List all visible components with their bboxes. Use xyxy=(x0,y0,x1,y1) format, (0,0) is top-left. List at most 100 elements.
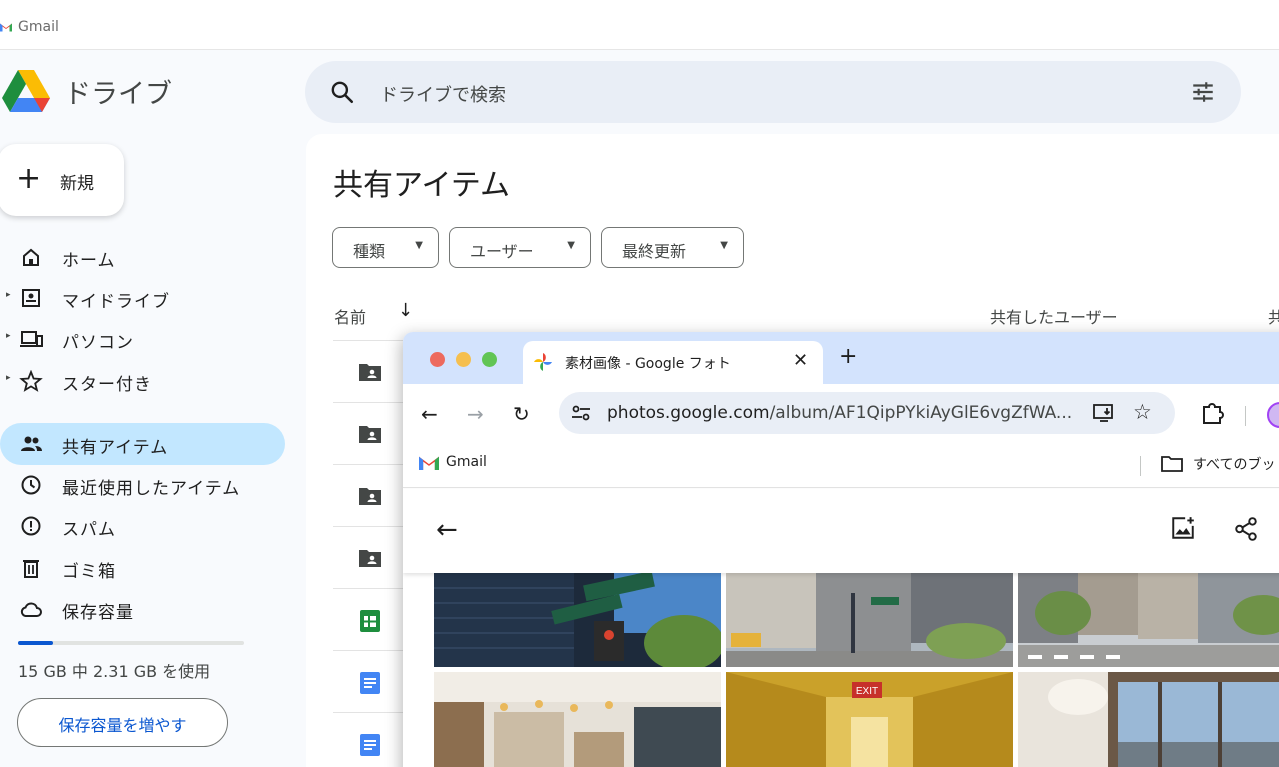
sidebar-item-label: パソコン xyxy=(62,333,134,353)
sidebar-item-starred[interactable]: ▸ スター付き xyxy=(0,360,285,402)
install-app-icon[interactable] xyxy=(1092,402,1116,424)
storage-usage-text: 15 GB 中 2.31 GB を使用 xyxy=(18,662,211,681)
profile-avatar[interactable] xyxy=(1267,402,1279,428)
sort-down-arrow-icon[interactable]: ↓ xyxy=(398,300,413,321)
expand-arrow-icon[interactable]: ▸ xyxy=(6,373,11,383)
new-button-label: 新規 xyxy=(60,174,94,194)
expand-arrow-icon[interactable]: ▸ xyxy=(6,290,11,300)
column-header-name[interactable]: 名前 xyxy=(334,304,366,328)
bookmarks-bar: Gmail すべてのブッ xyxy=(403,444,1279,488)
cloud-icon xyxy=(20,602,42,617)
photo-avenue[interactable] xyxy=(1018,573,1279,667)
shared-folder-icon[interactable] xyxy=(358,485,382,507)
filter-label: ユーザー xyxy=(470,242,534,261)
sidebar-item-trash[interactable]: ゴミ箱 xyxy=(0,547,285,589)
clock-icon xyxy=(21,475,41,495)
new-button[interactable]: + 新規 xyxy=(0,144,124,216)
all-bookmarks-label: すべてのブッ xyxy=(1193,457,1276,473)
sidebar-item-label: 共有アイテム xyxy=(62,438,169,458)
gmail-icon xyxy=(419,456,439,470)
search-icon[interactable] xyxy=(329,79,355,105)
chrome-toolbar: ← → ↻ photos.google.com/album/AF1QipPYki… xyxy=(403,384,1279,444)
filter-label: 最終更新 xyxy=(622,242,687,261)
column-header-truncated[interactable]: 共 xyxy=(1268,304,1279,328)
photo-hotel-hallway[interactable]: EXIT xyxy=(726,672,1013,767)
filter-label: 種類 xyxy=(353,242,386,261)
google-photos-icon xyxy=(534,353,552,371)
storage-progress-bar xyxy=(18,641,244,645)
shared-folder-icon[interactable] xyxy=(358,361,382,383)
address-bar[interactable]: photos.google.com/album/AF1QipPYkiAyGlE6… xyxy=(559,392,1175,434)
gmail-tab-label: Gmail xyxy=(18,19,59,35)
folder-icon xyxy=(1161,456,1183,472)
all-bookmarks[interactable]: すべてのブッ xyxy=(1161,454,1275,474)
add-photo-icon[interactable] xyxy=(1170,515,1196,541)
sidebar-item-label: マイドライブ xyxy=(62,292,170,312)
site-settings-icon[interactable] xyxy=(571,404,591,422)
new-tab-icon[interactable]: + xyxy=(839,344,857,369)
chrome-browser-window[interactable]: 素材画像 - Google フォト ✕ + ← → ↻ photos.googl… xyxy=(403,332,1279,767)
photos-back-icon[interactable]: ← xyxy=(436,515,458,545)
sidebar-item-recent[interactable]: 最近使用したアイテム xyxy=(0,464,285,506)
filter-type-chip[interactable]: 種類 ▼ xyxy=(332,227,439,268)
toolbar-separator xyxy=(1245,406,1246,426)
get-more-storage-button[interactable]: 保存容量を増やす xyxy=(17,698,228,747)
sidebar-item-spam[interactable]: スパム xyxy=(0,505,285,547)
bookmarks-separator xyxy=(1140,456,1141,476)
docs-icon[interactable] xyxy=(358,734,382,756)
shared-folder-icon[interactable] xyxy=(358,547,382,569)
sidebar-item-computers[interactable]: ▸ パソコン xyxy=(0,318,285,360)
window-maximize-button[interactable] xyxy=(482,352,497,367)
photo-cafe-interior[interactable] xyxy=(434,672,721,767)
column-header-shared-by[interactable]: 共有したユーザー xyxy=(990,304,1118,328)
photo-street-sign[interactable] xyxy=(434,573,721,667)
filter-user-chip[interactable]: ユーザー ▼ xyxy=(449,227,591,268)
docs-icon[interactable] xyxy=(358,672,382,694)
browser-tab-strip: Gmail xyxy=(0,0,1279,50)
caret-down-icon: ▼ xyxy=(415,240,423,251)
sidebar-item-label: 保存容量 xyxy=(62,603,134,623)
photo-city-crossing[interactable] xyxy=(726,573,1013,667)
expand-arrow-icon[interactable]: ▸ xyxy=(6,331,11,341)
spam-icon xyxy=(21,516,41,536)
search-options-icon[interactable] xyxy=(1189,79,1217,105)
search-bar[interactable]: ドライブで検索 xyxy=(305,61,1241,123)
my-drive-icon xyxy=(22,289,40,307)
back-icon[interactable]: ← xyxy=(421,402,438,426)
home-icon xyxy=(23,248,39,266)
shared-folder-icon[interactable] xyxy=(358,423,382,445)
photo-window-view[interactable] xyxy=(1018,672,1279,767)
storage-progress-fill xyxy=(18,641,53,645)
sidebar-item-storage[interactable]: 保存容量 xyxy=(0,588,285,630)
bookmark-gmail-label: Gmail xyxy=(446,454,487,470)
star-icon xyxy=(19,370,43,392)
get-more-storage-label: 保存容量を増やす xyxy=(58,716,187,735)
extensions-puzzle-icon[interactable] xyxy=(1200,400,1224,426)
gmail-tab[interactable]: Gmail xyxy=(0,19,59,35)
gmail-icon xyxy=(0,23,12,32)
close-tab-icon[interactable]: ✕ xyxy=(793,350,808,371)
bookmark-star-icon[interactable]: ☆ xyxy=(1133,400,1152,424)
window-close-button[interactable] xyxy=(430,352,445,367)
trash-icon xyxy=(23,560,39,578)
sidebar-item-shared[interactable]: 共有アイテム xyxy=(0,423,285,465)
caret-down-icon: ▼ xyxy=(720,240,728,251)
svg-text:EXIT: EXIT xyxy=(856,686,878,697)
url-domain: photos.google.com xyxy=(607,403,770,423)
sheets-icon[interactable] xyxy=(358,610,382,632)
chrome-tab-bar: 素材画像 - Google フォト ✕ + xyxy=(403,332,1279,384)
sidebar-item-my-drive[interactable]: ▸ マイドライブ xyxy=(0,277,285,319)
forward-icon[interactable]: → xyxy=(467,402,484,426)
url-text[interactable]: photos.google.com/album/AF1QipPYkiAyGlE6… xyxy=(607,403,1072,423)
window-minimize-button[interactable] xyxy=(456,352,471,367)
filter-modified-chip[interactable]: 最終更新 ▼ xyxy=(601,227,744,268)
search-input[interactable]: ドライブで検索 xyxy=(380,81,506,107)
bookmark-gmail[interactable]: Gmail xyxy=(419,454,487,470)
chrome-tab-photos[interactable]: 素材画像 - Google フォト ✕ xyxy=(523,341,823,384)
share-icon[interactable] xyxy=(1233,516,1259,542)
shared-people-icon xyxy=(21,436,42,451)
sidebar-item-home[interactable]: ホーム xyxy=(0,236,285,278)
drive-logo-icon xyxy=(2,70,50,112)
sidebar-item-label: スター付き xyxy=(62,375,152,395)
reload-icon[interactable]: ↻ xyxy=(513,402,530,426)
